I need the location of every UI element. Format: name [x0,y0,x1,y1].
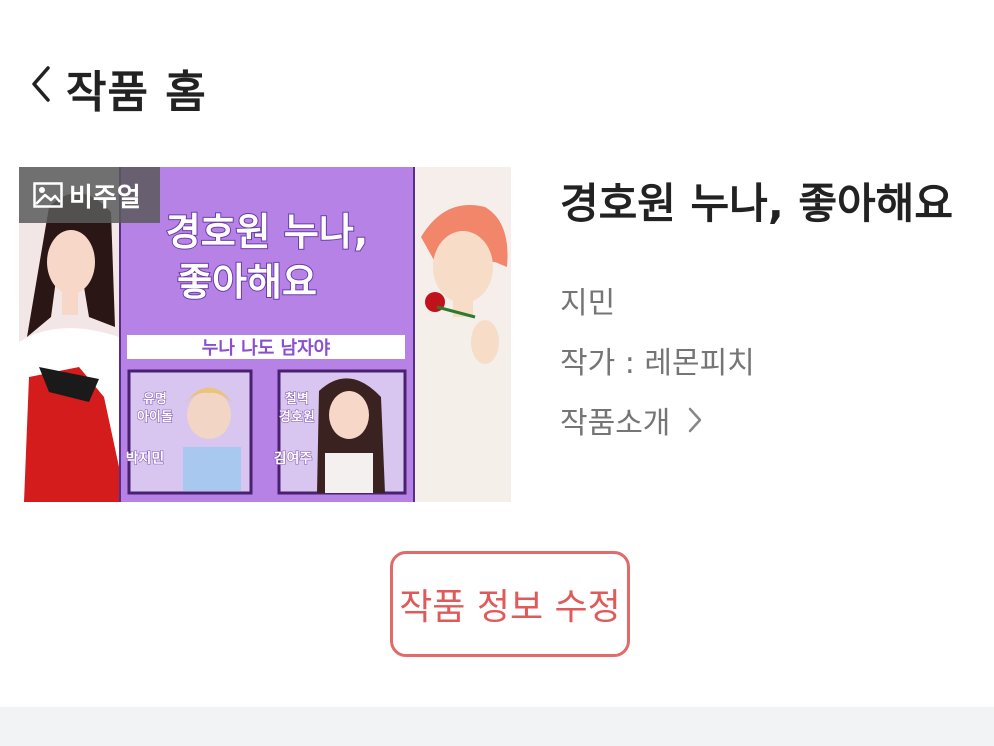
left-card-name: 박지민 [126,450,165,467]
app-header: 작품 홈 [0,0,994,170]
work-intro-label: 작품소개 [560,406,671,441]
back-button[interactable] [26,62,62,106]
right-card-name: 김여주 [274,450,313,467]
cover-art-title-line2: 좋아해요 [177,260,317,304]
work-author: 작가 : 레몬피치 [560,346,755,381]
cover-art-title-line1: 경호원 누나, [166,210,368,254]
section-divider [0,707,994,746]
work-genre: 지민 [560,286,616,321]
chevron-left-icon [32,66,50,102]
work-title: 경호원 누나, 좋아해요 [560,179,953,228]
visual-badge-label: 비주얼 [69,182,141,213]
page-title: 작품 홈 [66,67,207,118]
image-icon [33,182,63,208]
left-card-caption1: 유명 [143,391,167,407]
right-card-caption2: 경호원 [279,409,315,425]
work-intro-link[interactable]: 작품소개 [560,398,702,442]
left-card-caption2: 아이돌 [137,409,173,425]
visual-badge: 비주얼 [19,167,160,223]
edit-work-info-button[interactable]: 작품 정보 수정 [390,551,630,657]
chevron-right-icon [688,407,702,433]
cover-right-portrait [415,167,511,502]
right-card-caption1: 철벽 [285,391,309,407]
cover-art-tagline: 누나 나도 남자야 [202,338,331,359]
cover-center-panel: 경호원 누나, 좋아해요 누나 나도 남자야 유명 아이돌 박지민 철벽 경호원… [117,167,417,502]
